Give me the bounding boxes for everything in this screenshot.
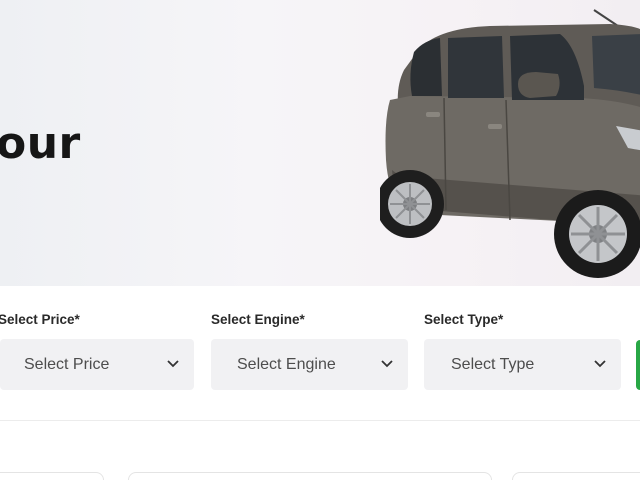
price-select[interactable]: Select Price	[0, 339, 194, 390]
engine-label: Select Engine*	[211, 312, 305, 327]
hero-banner: our	[0, 0, 640, 286]
engine-select[interactable]: Select Engine	[211, 339, 408, 390]
chevron-down-icon	[167, 360, 179, 368]
type-select[interactable]: Select Type	[424, 339, 621, 390]
chevron-down-icon	[381, 360, 393, 368]
card-edge[interactable]	[128, 472, 492, 480]
price-label: Select Price*	[0, 312, 80, 327]
car-image	[380, 9, 640, 278]
type-label: Select Type*	[424, 312, 504, 327]
chevron-down-icon	[594, 360, 606, 368]
engine-select-value: Select Engine	[237, 356, 336, 373]
section-divider	[0, 420, 640, 421]
card-edge[interactable]	[0, 472, 104, 480]
search-button[interactable]	[636, 340, 640, 390]
price-select-value: Select Price	[24, 356, 110, 373]
hero-title: our	[0, 118, 81, 169]
card-edge[interactable]	[512, 472, 640, 480]
type-select-value: Select Type	[451, 356, 535, 373]
car-filter-bar: Select Price* Select Price Select Engine…	[0, 286, 640, 420]
page: our Select Price* Select Price Select En…	[0, 0, 640, 480]
